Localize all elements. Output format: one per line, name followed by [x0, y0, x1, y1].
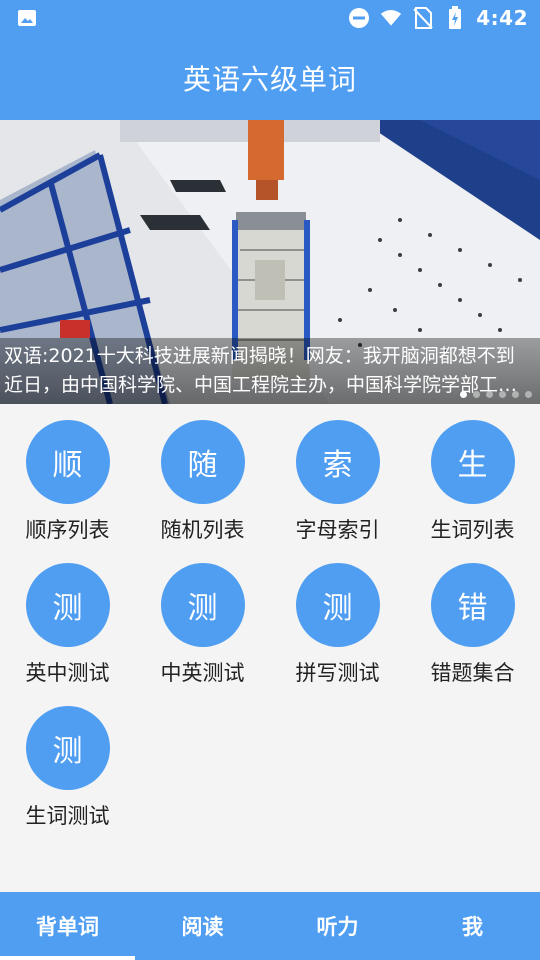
do-not-disturb-icon	[348, 7, 370, 29]
banner-caption: 双语:2021十大科技进展新闻揭晓！网友：我开脑洞都想不到 近日，由中国科学院、…	[0, 338, 540, 404]
menu-item-label: 生词测试	[25, 804, 110, 828]
nav-tab-me[interactable]: 我	[405, 892, 540, 960]
menu-item-random-list[interactable]: 随 随机列表	[135, 404, 270, 547]
menu-item-label: 中英测试	[160, 661, 245, 685]
menu-item-alphabet-index[interactable]: 索 字母索引	[270, 404, 405, 547]
banner-caption-body: 近日，由中国科学院、中国工程院主办，中国科学院学部工作局、中国工程院办公厅承办的…	[4, 374, 536, 396]
menu-item-label: 拼写测试	[295, 661, 380, 685]
menu-item-label: 随机列表	[160, 518, 245, 542]
menu-item-icon: 生	[430, 420, 515, 504]
menu-item-icon: 测	[295, 563, 380, 647]
no-sim-icon	[412, 7, 434, 29]
bottom-nav: 背单词 阅读 听力 我	[0, 892, 540, 960]
menu-item-icon: 测	[160, 563, 245, 647]
menu-item-sequential-list[interactable]: 顺 顺序列表	[0, 404, 135, 547]
status-bar: 4:42	[0, 0, 540, 36]
menu-item-wrong-answers[interactable]: 错 错题集合	[405, 547, 540, 690]
menu-item-new-words-test[interactable]: 测 生词测试	[0, 690, 135, 833]
menu-item-zh-en-test[interactable]: 测 中英测试	[135, 547, 270, 690]
menu-item-label: 顺序列表	[25, 518, 110, 542]
menu-item-en-zh-test[interactable]: 测 英中测试	[0, 547, 135, 690]
image-icon	[16, 7, 38, 29]
nav-tab-vocabulary[interactable]: 背单词	[0, 892, 135, 960]
nav-tab-listening[interactable]: 听力	[270, 892, 405, 960]
carousel-dot[interactable]	[460, 391, 467, 398]
menu-item-label: 字母索引	[295, 518, 380, 542]
news-banner[interactable]: 双语:2021十大科技进展新闻揭晓！网友：我开脑洞都想不到 近日，由中国科学院、…	[0, 120, 540, 404]
battery-charging-icon	[444, 6, 466, 29]
carousel-dot[interactable]	[486, 391, 493, 398]
menu-item-new-words-list[interactable]: 生 生词列表	[405, 404, 540, 547]
app-bar: 英语六级单词	[0, 36, 540, 120]
menu-item-label: 错题集合	[430, 661, 515, 685]
page-title: 英语六级单词	[182, 63, 357, 96]
menu-item-icon: 顺	[25, 420, 110, 504]
menu-item-icon: 错	[430, 563, 515, 647]
wifi-icon	[380, 7, 402, 29]
menu-item-label: 生词列表	[430, 518, 515, 542]
carousel-dot[interactable]	[473, 391, 480, 398]
menu-item-icon: 测	[25, 563, 110, 647]
menu-item-icon: 随	[160, 420, 245, 504]
menu-item-icon: 索	[295, 420, 380, 504]
menu-item-label: 英中测试	[25, 661, 110, 685]
menu-item-icon: 测	[25, 706, 110, 790]
banner-caption-title: 双语:2021十大科技进展新闻揭晓！网友：我开脑洞都想不到	[4, 345, 515, 367]
carousel-indicator	[460, 391, 532, 398]
nav-tab-reading[interactable]: 阅读	[135, 892, 270, 960]
menu-item-spelling-test[interactable]: 测 拼写测试	[270, 547, 405, 690]
carousel-dot[interactable]	[525, 391, 532, 398]
status-time: 4:42	[476, 6, 528, 30]
carousel-dot[interactable]	[512, 391, 519, 398]
carousel-dot[interactable]	[499, 391, 506, 398]
